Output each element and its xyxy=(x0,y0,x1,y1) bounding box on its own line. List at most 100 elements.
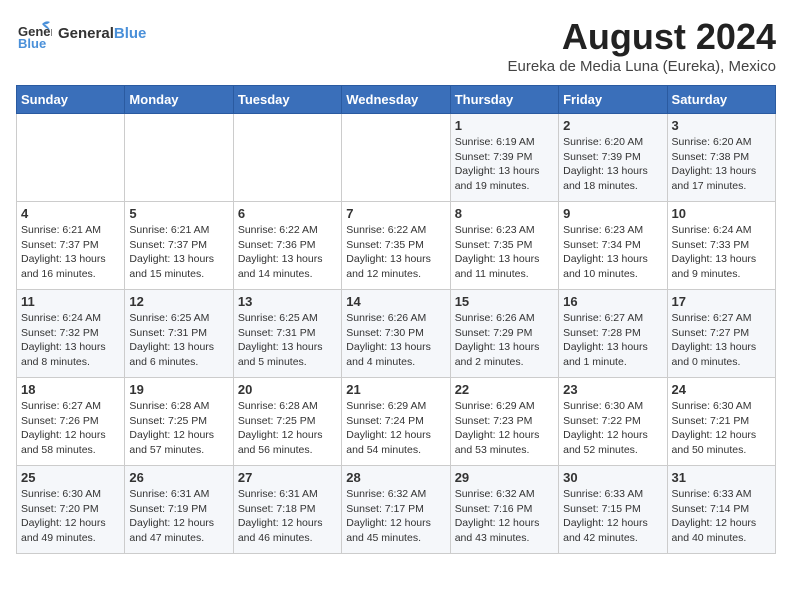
calendar-cell: 5Sunrise: 6:21 AM Sunset: 7:37 PM Daylig… xyxy=(125,202,233,290)
day-number: 23 xyxy=(563,382,662,397)
calendar-cell: 7Sunrise: 6:22 AM Sunset: 7:35 PM Daylig… xyxy=(342,202,450,290)
calendar-cell: 27Sunrise: 6:31 AM Sunset: 7:18 PM Dayli… xyxy=(233,466,341,554)
day-info: Sunrise: 6:26 AM Sunset: 7:30 PM Dayligh… xyxy=(346,311,445,370)
day-info: Sunrise: 6:27 AM Sunset: 7:27 PM Dayligh… xyxy=(672,311,771,370)
calendar-cell: 12 Sunrise: 6:25 AM Sunset: 7:31 PM Dayli… xyxy=(125,290,233,378)
day-number: 5 xyxy=(129,206,228,221)
calendar-cell: 13Sunrise: 6:25 AM Sunset: 7:31 PM Dayli… xyxy=(233,290,341,378)
calendar-cell: 10 Sunrise: 6:24 AM Sunset: 7:33 PM Dayli… xyxy=(667,202,775,290)
day-number: 10 xyxy=(672,206,771,221)
day-number: 22 xyxy=(455,382,554,397)
calendar-subtitle: Eureka de Media Luna (Eureka), Mexico xyxy=(508,58,776,75)
day-info: Sunrise: 6:21 AM Sunset: 7:37 PM Dayligh… xyxy=(21,223,120,282)
calendar-cell: 26Sunrise: 6:31 AM Sunset: 7:19 PM Dayli… xyxy=(125,466,233,554)
calendar-cell: 21Sunrise: 6:29 AM Sunset: 7:24 PM Dayli… xyxy=(342,378,450,466)
day-number: 14 xyxy=(346,294,445,309)
calendar-cell: 16 Sunrise: 6:27 AM Sunset: 7:28 PM Dayli… xyxy=(559,290,667,378)
logo-general-text: General xyxy=(58,25,114,42)
day-info: Sunrise: 6:20 AM Sunset: 7:38 PM Dayligh… xyxy=(672,135,771,194)
day-header-saturday: Saturday xyxy=(667,86,775,114)
calendar-cell: 11Sunrise: 6:24 AM Sunset: 7:32 PM Dayli… xyxy=(17,290,125,378)
day-info: Sunrise: 6:32 AM Sunset: 7:16 PM Dayligh… xyxy=(455,487,554,546)
calendar-cell: 29 Sunrise: 6:32 AM Sunset: 7:16 PM Dayli… xyxy=(450,466,558,554)
calendar-cell: 18 Sunrise: 6:27 AM Sunset: 7:26 PM Dayli… xyxy=(17,378,125,466)
day-number: 17 xyxy=(672,294,771,309)
day-header-thursday: Thursday xyxy=(450,86,558,114)
day-number: 2 xyxy=(563,118,662,133)
day-number: 3 xyxy=(672,118,771,133)
calendar-cell xyxy=(17,114,125,202)
calendar-cell: 22 Sunrise: 6:29 AM Sunset: 7:23 PM Dayli… xyxy=(450,378,558,466)
days-header-row: SundayMondayTuesdayWednesdayThursdayFrid… xyxy=(17,86,776,114)
day-info: Sunrise: 6:22 AM Sunset: 7:36 PM Dayligh… xyxy=(238,223,337,282)
day-info: Sunrise: 6:33 AM Sunset: 7:14 PM Dayligh… xyxy=(672,487,771,546)
day-info: Sunrise: 6:30 AM Sunset: 7:22 PM Dayligh… xyxy=(563,399,662,458)
day-number: 7 xyxy=(346,206,445,221)
week-row-4: 18 Sunrise: 6:27 AM Sunset: 7:26 PM Dayli… xyxy=(17,378,776,466)
day-info: Sunrise: 6:25 AM Sunset: 7:31 PM Dayligh… xyxy=(129,311,228,370)
calendar-cell: 28 Sunrise: 6:32 AM Sunset: 7:17 PM Dayli… xyxy=(342,466,450,554)
day-number: 27 xyxy=(238,470,337,485)
day-number: 15 xyxy=(455,294,554,309)
day-info: Sunrise: 6:26 AM Sunset: 7:29 PM Dayligh… xyxy=(455,311,554,370)
calendar-cell: 19 Sunrise: 6:28 AM Sunset: 7:25 PM Dayli… xyxy=(125,378,233,466)
day-info: Sunrise: 6:32 AM Sunset: 7:17 PM Dayligh… xyxy=(346,487,445,546)
calendar-cell: 31Sunrise: 6:33 AM Sunset: 7:14 PM Dayli… xyxy=(667,466,775,554)
day-info: Sunrise: 6:33 AM Sunset: 7:15 PM Dayligh… xyxy=(563,487,662,546)
week-row-3: 11Sunrise: 6:24 AM Sunset: 7:32 PM Dayli… xyxy=(17,290,776,378)
day-number: 19 xyxy=(129,382,228,397)
calendar-cell xyxy=(342,114,450,202)
day-info: Sunrise: 6:27 AM Sunset: 7:28 PM Dayligh… xyxy=(563,311,662,370)
day-number: 16 xyxy=(563,294,662,309)
calendar-cell: 1Sunrise: 6:19 AM Sunset: 7:39 PM Daylig… xyxy=(450,114,558,202)
calendar-cell: 8 Sunrise: 6:23 AM Sunset: 7:35 PM Daylig… xyxy=(450,202,558,290)
day-header-wednesday: Wednesday xyxy=(342,86,450,114)
day-number: 4 xyxy=(21,206,120,221)
calendar-cell: 9Sunrise: 6:23 AM Sunset: 7:34 PM Daylig… xyxy=(559,202,667,290)
calendar-cell xyxy=(125,114,233,202)
day-info: Sunrise: 6:29 AM Sunset: 7:23 PM Dayligh… xyxy=(455,399,554,458)
day-number: 30 xyxy=(563,470,662,485)
day-header-tuesday: Tuesday xyxy=(233,86,341,114)
day-info: Sunrise: 6:23 AM Sunset: 7:35 PM Dayligh… xyxy=(455,223,554,282)
calendar-cell: 3 Sunrise: 6:20 AM Sunset: 7:38 PM Daylig… xyxy=(667,114,775,202)
day-info: Sunrise: 6:29 AM Sunset: 7:24 PM Dayligh… xyxy=(346,399,445,458)
calendar-cell: 25Sunrise: 6:30 AM Sunset: 7:20 PM Dayli… xyxy=(17,466,125,554)
calendar-cell: 23 Sunrise: 6:30 AM Sunset: 7:22 PM Dayli… xyxy=(559,378,667,466)
day-number: 24 xyxy=(672,382,771,397)
day-info: Sunrise: 6:27 AM Sunset: 7:26 PM Dayligh… xyxy=(21,399,120,458)
day-info: Sunrise: 6:19 AM Sunset: 7:39 PM Dayligh… xyxy=(455,135,554,194)
calendar-cell: 14 Sunrise: 6:26 AM Sunset: 7:30 PM Dayli… xyxy=(342,290,450,378)
day-number: 13 xyxy=(238,294,337,309)
calendar-cell: 15 Sunrise: 6:26 AM Sunset: 7:29 PM Dayli… xyxy=(450,290,558,378)
day-number: 29 xyxy=(455,470,554,485)
calendar-cell: 4 Sunrise: 6:21 AM Sunset: 7:37 PM Daylig… xyxy=(17,202,125,290)
calendar-cell: 2 Sunrise: 6:20 AM Sunset: 7:39 PM Daylig… xyxy=(559,114,667,202)
day-info: Sunrise: 6:30 AM Sunset: 7:21 PM Dayligh… xyxy=(672,399,771,458)
day-number: 12 xyxy=(129,294,228,309)
day-number: 28 xyxy=(346,470,445,485)
day-info: Sunrise: 6:23 AM Sunset: 7:34 PM Dayligh… xyxy=(563,223,662,282)
day-info: Sunrise: 6:20 AM Sunset: 7:39 PM Dayligh… xyxy=(563,135,662,194)
header: General Blue GeneralBlue August 2024 Eur… xyxy=(16,16,776,75)
day-number: 18 xyxy=(21,382,120,397)
week-row-1: 1Sunrise: 6:19 AM Sunset: 7:39 PM Daylig… xyxy=(17,114,776,202)
day-info: Sunrise: 6:28 AM Sunset: 7:25 PM Dayligh… xyxy=(129,399,228,458)
week-row-2: 4 Sunrise: 6:21 AM Sunset: 7:37 PM Daylig… xyxy=(17,202,776,290)
calendar-cell: 20 Sunrise: 6:28 AM Sunset: 7:25 PM Dayli… xyxy=(233,378,341,466)
day-header-friday: Friday xyxy=(559,86,667,114)
calendar-cell: 17 Sunrise: 6:27 AM Sunset: 7:27 PM Dayli… xyxy=(667,290,775,378)
day-info: Sunrise: 6:28 AM Sunset: 7:25 PM Dayligh… xyxy=(238,399,337,458)
day-number: 20 xyxy=(238,382,337,397)
day-header-sunday: Sunday xyxy=(17,86,125,114)
day-number: 8 xyxy=(455,206,554,221)
day-info: Sunrise: 6:24 AM Sunset: 7:33 PM Dayligh… xyxy=(672,223,771,282)
calendar-table: SundayMondayTuesdayWednesdayThursdayFrid… xyxy=(16,85,776,554)
title-area: August 2024 Eureka de Media Luna (Eureka… xyxy=(508,16,776,75)
day-number: 6 xyxy=(238,206,337,221)
calendar-cell: 30 Sunrise: 6:33 AM Sunset: 7:15 PM Dayli… xyxy=(559,466,667,554)
svg-text:Blue: Blue xyxy=(18,36,46,51)
day-info: Sunrise: 6:30 AM Sunset: 7:20 PM Dayligh… xyxy=(21,487,120,546)
calendar-cell xyxy=(233,114,341,202)
week-row-5: 25Sunrise: 6:30 AM Sunset: 7:20 PM Dayli… xyxy=(17,466,776,554)
